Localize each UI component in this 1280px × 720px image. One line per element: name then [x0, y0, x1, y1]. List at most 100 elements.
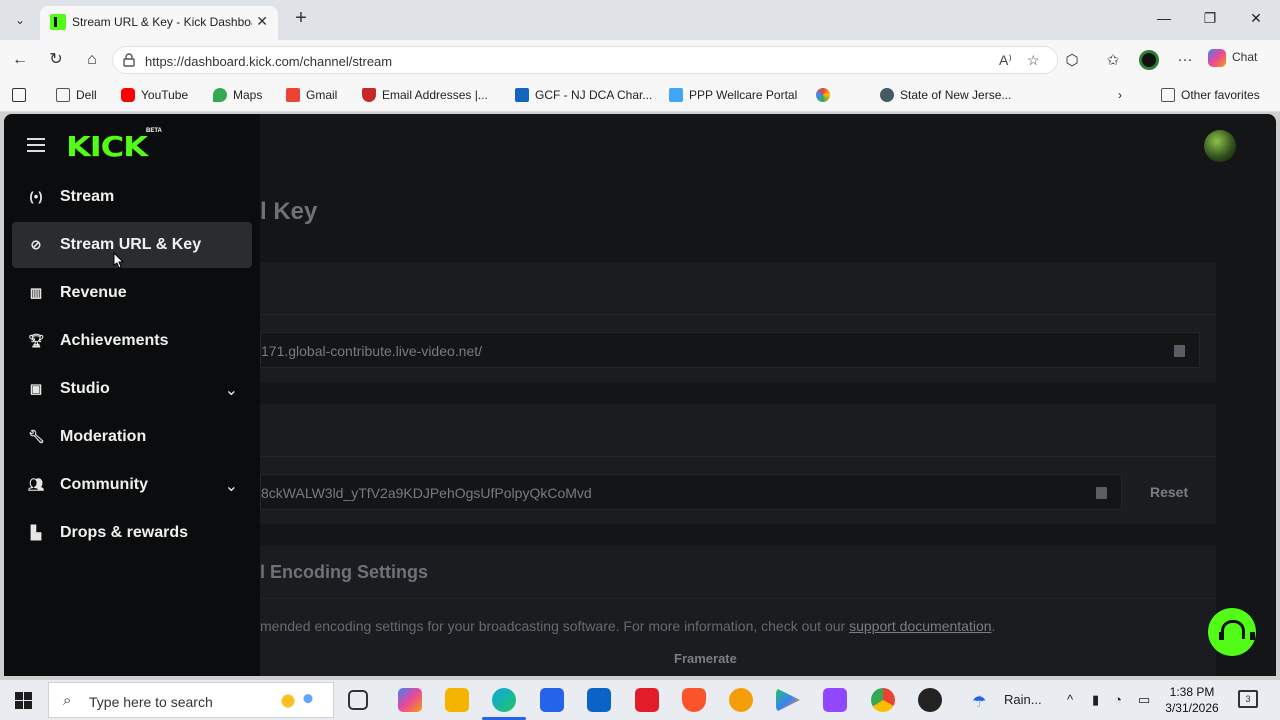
weather-label[interactable]: Rain... [1004, 692, 1042, 707]
favorite-star-icon[interactable]: ☆ [1027, 52, 1040, 69]
gmail-icon [286, 88, 300, 102]
encoding-description: mended encoding settings for your broadc… [260, 618, 995, 634]
new-tab-icon[interactable]: + [290, 8, 312, 30]
search-placeholder: Type here to search [89, 694, 213, 710]
favorite-state-nj[interactable]: State of New Jerse... [880, 88, 1011, 102]
shield-app-icon[interactable] [729, 688, 753, 712]
extensions-icon[interactable]: ⬡ [1062, 51, 1082, 69]
favorites-bar: Dell YouTube Maps Gmail Email Addresses … [0, 80, 1280, 112]
favorite-photos[interactable] [816, 88, 836, 102]
favorite-gmail[interactable]: Gmail [286, 88, 337, 102]
tray-chevron-up-icon[interactable]: ^ [1067, 692, 1073, 707]
link-icon: ⊘ [30, 237, 42, 252]
chevron-down-icon[interactable]: ⌄ [225, 380, 238, 400]
task-view-icon[interactable] [348, 690, 368, 710]
sidebar-item-moderation[interactable]: 🔧︎ Moderation [12, 414, 252, 460]
encoding-settings-card: l Encoding Settings mended encoding sett… [260, 546, 1216, 676]
battery-icon[interactable]: ▭ [1138, 692, 1150, 708]
more-options-icon[interactable]: ··· [1175, 51, 1195, 68]
kick-dashboard-page: l Key 171.global-contribute.live-video.n… [4, 114, 1276, 676]
sidebar-item-stream-url-key[interactable]: ⊘ Stream URL & Key [12, 222, 252, 268]
support-headset-button[interactable] [1208, 608, 1256, 656]
nj-icon [515, 88, 529, 102]
reset-button[interactable]: Reset [1150, 484, 1188, 500]
chrome-icon[interactable] [871, 688, 895, 712]
chevron-down-icon[interactable]: ⌄ [225, 476, 238, 496]
favorite-dell[interactable]: Dell [56, 88, 97, 102]
brave-browser-icon[interactable] [682, 688, 706, 712]
folder-icon [56, 88, 70, 102]
copy-icon[interactable] [1174, 345, 1185, 357]
sidebar-item-achievements[interactable]: 🏆︎ Achievements [12, 318, 252, 364]
page-title: l Key [260, 198, 318, 225]
rain-weather-icon: ☂ [972, 694, 987, 711]
window-close-icon[interactable]: ✕ [1246, 10, 1266, 27]
wifi-icon[interactable]: ◔ [1114, 692, 1122, 707]
back-arrow-icon[interactable]: ← [10, 50, 30, 70]
folder-icon [1161, 88, 1175, 102]
sidebar-item-label: Studio [60, 380, 110, 397]
sidebar-item-label: Achievements [60, 332, 169, 349]
windows-start-icon[interactable] [15, 692, 32, 709]
obs-studio-icon[interactable] [918, 688, 942, 712]
lock-icon [123, 53, 135, 67]
twitch-icon[interactable] [823, 688, 847, 712]
hamburger-menu-icon[interactable] [27, 138, 45, 152]
wps-office-icon[interactable] [635, 688, 659, 712]
outlook-icon[interactable] [587, 688, 611, 712]
favorite-maps[interactable]: Maps [213, 88, 262, 102]
address-bar[interactable]: https://dashboard.kick.com/channel/strea… [112, 46, 1058, 74]
browser-toolbar: ← ↻ ⌂ https://dashboard.kick.com/channel… [0, 40, 1280, 80]
favorites-overflow-chevron-icon[interactable]: › [1118, 88, 1122, 102]
read-aloud-icon[interactable]: A⁾ [999, 52, 1012, 69]
minimize-icon[interactable]: — [1154, 10, 1174, 26]
microsoft-store-icon[interactable] [540, 688, 564, 712]
tab-close-icon[interactable]: ✕ [256, 13, 268, 30]
home-icon[interactable]: ⌂ [82, 50, 102, 70]
copy-icon[interactable] [1096, 487, 1107, 499]
notification-center-icon[interactable]: 3 [1238, 690, 1258, 708]
microphone-icon[interactable]: ▮ [1092, 692, 1099, 708]
favorites-icon[interactable]: ✩ [1103, 51, 1123, 69]
encoding-desc-suffix: . [991, 618, 996, 634]
google-play-icon[interactable] [776, 688, 800, 712]
sidebar-item-revenue[interactable]: ▥ Revenue [12, 270, 252, 316]
studio-icon: ▣ [29, 381, 43, 396]
taskbar-clock[interactable]: 1:38 PM 3/31/2026 [1160, 684, 1224, 716]
kick-favicon-icon [50, 14, 66, 30]
support-documentation-link[interactable]: support documentation [849, 618, 991, 634]
favorite-ppp-wellcare[interactable]: PPP Wellcare Portal [669, 88, 797, 102]
profile-avatar[interactable] [1139, 50, 1159, 70]
sidebar-item-community[interactable]: 👥︎ Community ⌄ [12, 462, 252, 508]
favorite-email-addresses[interactable]: Email Addresses |... [362, 88, 488, 102]
stream-key-field[interactable]: 8ckWALW3ld_yTfV2a9KDJPehOgsUfPolpyQkCoMv… [260, 474, 1122, 510]
sidebar-item-stream[interactable]: (•) Stream [12, 174, 252, 220]
encoding-settings-title: l Encoding Settings [260, 562, 429, 582]
framerate-header: Framerate [674, 651, 737, 666]
favorite-gcf-nj[interactable]: GCF - NJ DCA Char... [515, 88, 652, 102]
taskbar-search-box[interactable]: ⌕ Type here to search [48, 682, 334, 718]
file-explorer-icon[interactable] [445, 688, 469, 712]
user-avatar[interactable] [1204, 130, 1236, 162]
sidebar-item-studio[interactable]: ▣ Studio ⌄ [12, 366, 252, 412]
refresh-icon[interactable]: ↻ [46, 50, 66, 70]
copilot-taskbar-icon[interactable] [398, 688, 422, 712]
broadcast-icon: (•) [29, 189, 43, 204]
server-url-field[interactable]: 171.global-contribute.live-video.net/ [260, 332, 1200, 368]
other-favorites[interactable]: Other favorites [1161, 88, 1260, 102]
browser-tab-active[interactable]: Stream URL & Key - Kick Dashboard ✕ [40, 6, 278, 40]
browser-tab-bar: ⌄ Stream URL & Key - Kick Dashboard ✕ + … [0, 0, 1280, 40]
restore-icon[interactable]: ❐ [1200, 10, 1220, 27]
copilot-chat-button[interactable]: Chat [1208, 49, 1257, 67]
sidebar-item-label: Drops & rewards [60, 524, 189, 541]
collections-icon[interactable] [12, 88, 32, 102]
sidebar-item-drops-rewards[interactable]: ▙ Drops & rewards [12, 510, 252, 556]
tab-list-chevron-icon[interactable]: ⌄ [8, 8, 32, 32]
kick-logo[interactable]: KICK [66, 130, 148, 163]
ppp-icon [669, 88, 683, 102]
trophy-icon: 🏆︎ [28, 333, 45, 348]
favorite-youtube[interactable]: YouTube [121, 88, 188, 102]
edge-browser-icon[interactable] [482, 688, 526, 720]
main-content: l Key 171.global-contribute.live-video.n… [260, 114, 1276, 676]
search-highlight-icon [273, 689, 323, 713]
